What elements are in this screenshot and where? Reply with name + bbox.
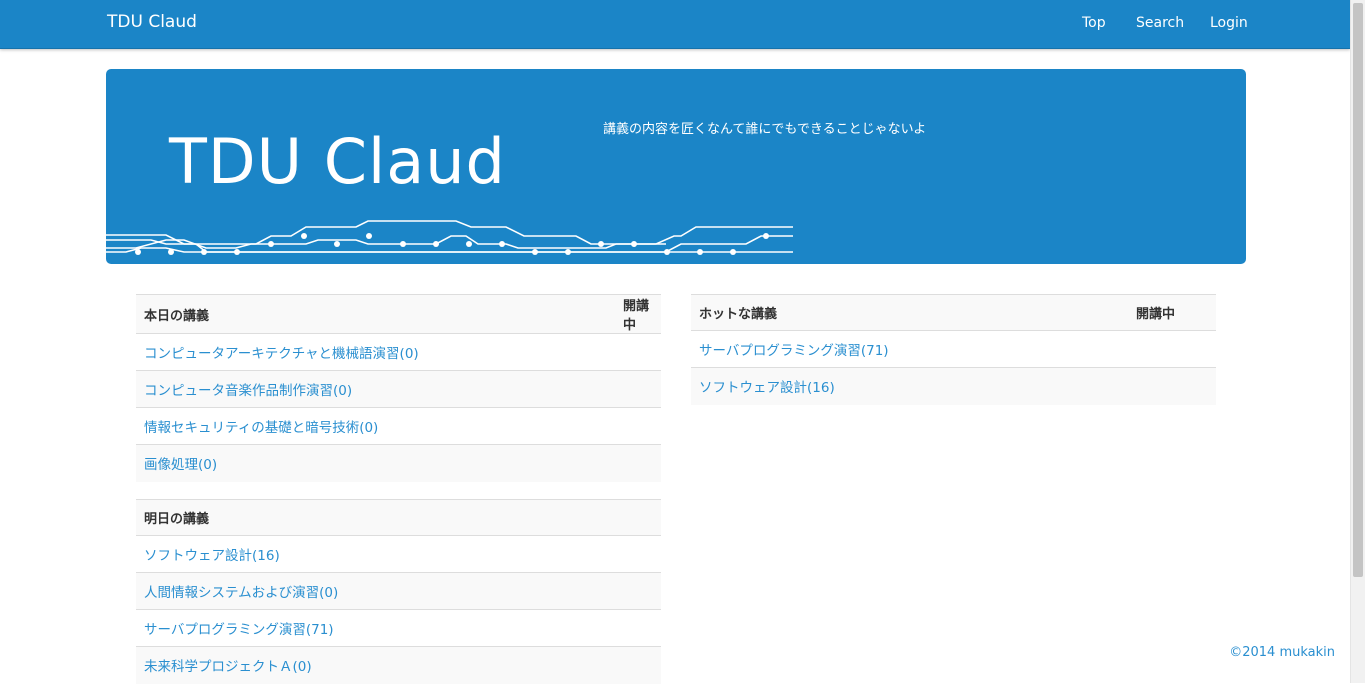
footer-copyright: ©2014 mukakin	[1229, 645, 1335, 660]
table-row: 情報セキュリティの基礎と暗号技術(0)	[136, 407, 661, 445]
scrollbar-thumb[interactable]	[1353, 3, 1363, 577]
page-scrollbar[interactable]	[1350, 0, 1365, 683]
today-status-header: 開講中	[615, 294, 661, 334]
lecture-link[interactable]: 画像処理(0)	[144, 457, 217, 473]
lecture-link[interactable]: 人間情報システムおよび演習(0)	[144, 585, 338, 601]
hero-tagline: 講義の内容を匠くなんて誰にでもできることじゃないよ	[603, 122, 927, 137]
table-header-row: 明日の講義	[136, 499, 661, 536]
lecture-link[interactable]: コンピュータ音楽作品制作演習(0)	[144, 383, 352, 399]
table-header-row: 本日の講義 開講中	[136, 294, 661, 334]
table-row: サーバプログラミング演習(71)	[691, 330, 1216, 368]
nav-search-link[interactable]: Search	[1136, 15, 1184, 31]
lecture-link[interactable]: 未来科学プロジェクトＡ(0)	[144, 659, 312, 675]
table-row: コンピュータ音楽作品制作演習(0)	[136, 370, 661, 408]
hero-title: TDU Claud	[169, 125, 506, 198]
table-row: サーバプログラミング演習(71)	[136, 609, 661, 647]
today-header: 本日の講義	[136, 294, 615, 334]
hot-lectures-panel: ホットな講義 開講中 サーバプログラミング演習(71) ソフトウェア設計(16)	[691, 294, 1216, 405]
table-row: コンピュータアーキテクチャと機械語演習(0)	[136, 333, 661, 371]
table-row: 画像処理(0)	[136, 444, 661, 482]
tomorrow-lectures-panel: 明日の講義 ソフトウェア設計(16) 人間情報システムおよび演習(0) サーバプ…	[136, 499, 661, 684]
nav-login-link[interactable]: Login	[1210, 15, 1248, 31]
lecture-link[interactable]: コンピュータアーキテクチャと機械語演習(0)	[144, 346, 419, 362]
brand-link[interactable]: TDU Claud	[107, 12, 197, 32]
today-lectures-panel: 本日の講義 開講中 コンピュータアーキテクチャと機械語演習(0) コンピュータ音…	[136, 294, 661, 482]
table-row: 未来科学プロジェクトＡ(0)	[136, 646, 661, 684]
lecture-link[interactable]: ソフトウェア設計(16)	[144, 548, 280, 564]
tomorrow-lectures-table: 明日の講義 ソフトウェア設計(16) 人間情報システムおよび演習(0) サーバプ…	[136, 499, 661, 684]
table-row: ソフトウェア設計(16)	[136, 535, 661, 573]
hot-status-header: 開講中	[1128, 294, 1216, 331]
hot-lectures-table: ホットな講義 開講中 サーバプログラミング演習(71) ソフトウェア設計(16)	[691, 294, 1216, 405]
top-navbar: TDU Claud Top Search Login	[0, 0, 1350, 49]
table-row: ソフトウェア設計(16)	[691, 367, 1216, 405]
circuit-lines-graphic	[106, 220, 793, 255]
today-lectures-table: 本日の講義 開講中 コンピュータアーキテクチャと機械語演習(0) コンピュータ音…	[136, 294, 661, 482]
hot-header: ホットな講義	[691, 294, 1128, 331]
table-row: 人間情報システムおよび演習(0)	[136, 572, 661, 610]
tomorrow-header: 明日の講義	[136, 499, 661, 536]
lecture-link[interactable]: 情報セキュリティの基礎と暗号技術(0)	[144, 420, 378, 436]
lecture-link[interactable]: サーバプログラミング演習(71)	[699, 343, 889, 359]
lecture-link[interactable]: サーバプログラミング演習(71)	[144, 622, 334, 638]
lecture-link[interactable]: ソフトウェア設計(16)	[699, 380, 835, 396]
nav-top-link[interactable]: Top	[1082, 15, 1106, 31]
table-header-row: ホットな講義 開講中	[691, 294, 1216, 331]
hero-banner: TDU Claud 講義の内容を匠くなんて誰にでもできることじゃないよ	[106, 69, 1246, 264]
